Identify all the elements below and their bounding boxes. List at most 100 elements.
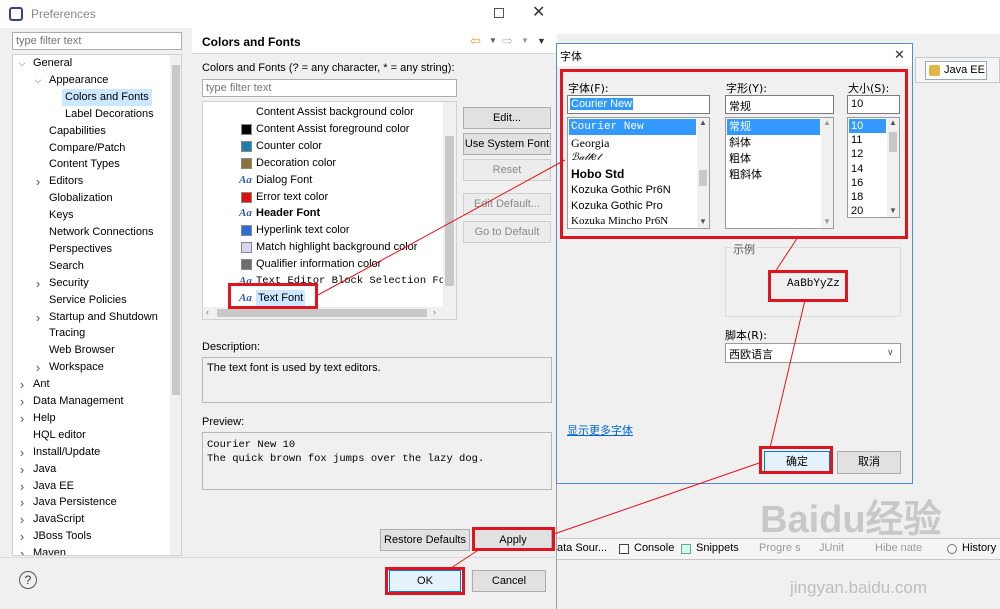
font-dialog-close-button[interactable]: ✕: [894, 47, 905, 63]
edit-default-button[interactable]: Edit Default...: [463, 193, 551, 215]
tab-hibernate[interactable]: Hibe nate: [875, 542, 922, 554]
tab-junit[interactable]: JUnit: [819, 542, 844, 554]
list-hscroll-thumb[interactable]: [217, 309, 427, 317]
collapsed-arrow-icon[interactable]: ›: [17, 494, 27, 511]
script-dropdown-icon: ∨: [887, 348, 894, 358]
preview-box: Courier New 10 The quick brown fox jumps…: [202, 432, 552, 490]
perspective-java-ee[interactable]: Java EE: [925, 61, 987, 80]
tree-item-label: Data Management: [33, 395, 124, 407]
forward-menu-icon[interactable]: ▼: [521, 36, 529, 45]
tree-item-label: Java EE: [33, 479, 74, 492]
snippets-icon: [681, 544, 691, 554]
collapsed-arrow-icon[interactable]: ›: [17, 461, 27, 478]
font-dialog-title: 字体: [560, 50, 582, 63]
collapsed-arrow-icon[interactable]: ›: [17, 478, 27, 495]
color-swatch-icon: [241, 140, 252, 152]
tab-data-source[interactable]: ata Sour...: [557, 542, 607, 554]
scroll-right-icon[interactable]: ›: [433, 307, 436, 317]
collapsed-arrow-icon[interactable]: ›: [33, 359, 43, 376]
list-vscroll-thumb[interactable]: [445, 136, 454, 286]
go-to-default-button[interactable]: Go to Default: [463, 221, 551, 243]
scroll-left-icon[interactable]: ‹: [206, 307, 209, 317]
tab-snippets[interactable]: Snippets: [696, 542, 739, 554]
tree-filter-input[interactable]: [12, 32, 182, 50]
collapsed-arrow-icon[interactable]: ›: [17, 410, 27, 427]
tree-item-label: Service Policies: [49, 293, 127, 306]
expanded-arrow-icon[interactable]: ⌵: [17, 55, 27, 72]
tree-item-label: Label Decorations: [65, 107, 154, 120]
page-filter-input[interactable]: [202, 79, 457, 97]
collapsed-arrow-icon[interactable]: ›: [33, 173, 43, 190]
font-icon: Aa: [239, 207, 252, 220]
tree-item-label: Install/Update: [33, 445, 101, 458]
tree-scrollbar-thumb[interactable]: [172, 65, 180, 395]
highlight-apply: [472, 527, 555, 551]
tree-item-label: Java: [33, 462, 57, 475]
collapsed-arrow-icon[interactable]: ›: [33, 275, 43, 292]
edit-button[interactable]: Edit...: [463, 107, 551, 129]
tree-scrollbar[interactable]: [170, 55, 181, 555]
collapsed-arrow-icon[interactable]: ›: [17, 444, 27, 461]
tree-item-label: Web Browser: [49, 344, 115, 357]
collapsed-arrow-icon[interactable]: ›: [17, 528, 27, 545]
color-swatch-icon: [241, 242, 252, 254]
view-menu-icon[interactable]: ▼: [537, 36, 546, 46]
help-button[interactable]: ?: [19, 571, 37, 589]
perspective-label: Java EE: [944, 64, 985, 76]
eclipse-icon: [9, 7, 23, 21]
preview-line-2: The quick brown fox jumps over the lazy …: [207, 453, 485, 465]
tree-item-label: Editors: [49, 175, 84, 188]
tree-item-label: General: [33, 57, 73, 69]
color-font-label: Counter color: [256, 139, 323, 152]
use-system-font-button[interactable]: Use System Font: [463, 133, 551, 155]
collapsed-arrow-icon[interactable]: ›: [17, 376, 27, 393]
color-font-label: Dialog Font: [256, 173, 313, 186]
tree-item-label: Colors and Fonts: [62, 88, 152, 106]
tree-item-label: Capabilities: [49, 124, 106, 137]
tree-item-label: Tracing: [49, 327, 86, 340]
tree-item-label: Ant: [33, 378, 50, 391]
expanded-arrow-icon[interactable]: ⌵: [33, 72, 43, 89]
tab-console[interactable]: Console: [634, 542, 674, 554]
collapsed-arrow-icon[interactable]: ›: [17, 511, 27, 528]
tree-item-label: Java Persistence: [33, 496, 117, 509]
page-title: Colors and Fonts: [202, 35, 301, 49]
tree-item-label: Keys: [49, 209, 74, 222]
tree-item-label: Perspectives: [49, 242, 112, 255]
color-font-label: Error text color: [256, 190, 329, 203]
more-fonts-link[interactable]: 显示更多字体: [567, 422, 633, 438]
reset-button[interactable]: Reset: [463, 159, 551, 181]
back-menu-icon[interactable]: ▼: [489, 36, 497, 45]
collapsed-arrow-icon[interactable]: ›: [17, 393, 27, 410]
highlight-text-font: [228, 283, 318, 309]
color-swatch-icon: [241, 123, 252, 135]
collapsed-arrow-icon[interactable]: ›: [17, 545, 27, 555]
tree-item-label: Help: [33, 411, 56, 424]
color-swatch-icon: [241, 157, 252, 169]
collapsed-arrow-icon[interactable]: ›: [33, 309, 43, 326]
description-box: The text font is used by text editors.: [202, 357, 552, 403]
color-font-label: Qualifier information color: [256, 258, 382, 271]
close-button[interactable]: ✕: [532, 2, 545, 22]
description-text: The text font is used by text editors.: [207, 362, 381, 374]
tree-item-label: Maven: [33, 547, 67, 556]
restore-defaults-button[interactable]: Restore Defaults: [380, 529, 470, 551]
console-icon: [619, 544, 629, 554]
tab-history[interactable]: History: [962, 542, 996, 554]
list-vscroll[interactable]: [443, 102, 456, 307]
back-arrow-icon[interactable]: ⇦: [470, 33, 481, 49]
script-select[interactable]: 西欧语言 ∨: [725, 343, 901, 363]
maximize-button[interactable]: [494, 8, 504, 18]
color-font-label: Content Assist foreground color: [256, 122, 410, 135]
page-header: Colors and Fonts ⇦ ▼ ⇨ ▼ ▼: [192, 28, 557, 54]
forward-arrow-icon[interactable]: ⇨: [502, 33, 513, 49]
preview-line-1: Courier New 10: [207, 439, 296, 451]
watermark: Baidu经验: [760, 499, 942, 541]
tab-progress[interactable]: Progre s: [759, 542, 801, 554]
font-cancel-button[interactable]: 取消: [837, 451, 901, 474]
color-swatch-icon: [241, 259, 252, 271]
color-swatch-icon: [241, 225, 252, 237]
tree-item-label: Content Types: [49, 158, 120, 171]
cancel-button[interactable]: Cancel: [472, 570, 546, 592]
window-title: Preferences: [31, 7, 96, 21]
